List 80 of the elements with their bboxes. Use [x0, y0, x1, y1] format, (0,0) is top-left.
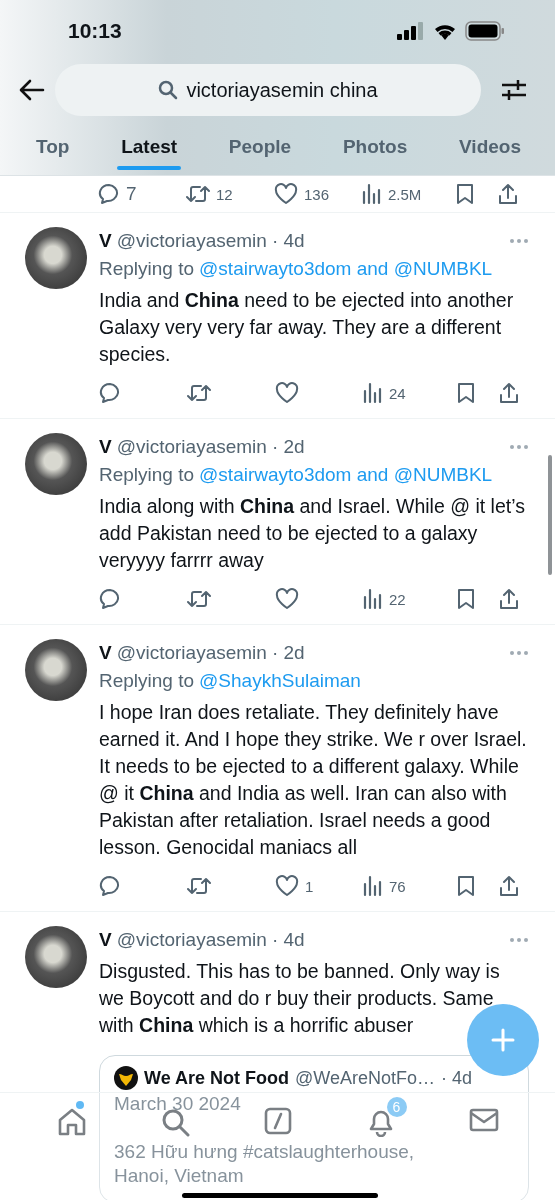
heart-icon [274, 183, 298, 205]
tweet-text: I hope Iran does retaliate. They definitely have earned it. And I hope they strike. We r over Israel. It needs to be ejected to a different galaxy. While @ it China and India as well. Iran can also with Pakistan after retaliation. Israel needs a good lesson. Genocidal maniacs all [99, 700, 528, 860]
tweet-action[interactable] [498, 183, 518, 205]
home-icon[interactable] [56, 1107, 87, 1137]
notification-badge: 6 [386, 1097, 407, 1117]
back-arrow-icon[interactable] [19, 79, 45, 101]
speech-bubble-icon [99, 875, 121, 897]
share-icon [498, 183, 518, 205]
battery-icon [465, 21, 505, 41]
quote-text-line: 362 Hữu hưng #catslaughterhouse, [114, 1140, 415, 1164]
speech-bubble-icon [99, 588, 121, 610]
tweet-action[interactable] [499, 588, 519, 610]
tweet-action[interactable] [499, 382, 519, 404]
quote-avatar-icon [114, 1066, 138, 1090]
tweet-action[interactable]: 76 [363, 875, 457, 897]
plus-icon [491, 1028, 515, 1052]
speech-bubble-icon [98, 183, 120, 205]
heart-icon [275, 382, 299, 404]
bookmark-icon [456, 183, 474, 205]
bar-chart-icon [363, 382, 383, 404]
user-handle[interactable]: @victoriayasemin [116, 230, 267, 252]
replying-to-label: Replying to [99, 464, 195, 485]
share-icon [499, 382, 519, 404]
tweet-action[interactable]: 12 [186, 183, 274, 205]
filter-settings-icon[interactable] [501, 78, 527, 102]
tweet-time: · 4d [271, 929, 305, 951]
bookmark-icon [457, 588, 475, 610]
speech-bubble-icon [99, 382, 121, 404]
display-name[interactable]: V [99, 642, 112, 664]
user-handle[interactable]: @victoriayasemin [116, 929, 267, 951]
wifi-icon [433, 22, 457, 40]
search-tab[interactable]: People [224, 123, 296, 170]
share-icon [499, 875, 519, 897]
replying-to-label: Replying to [99, 670, 195, 691]
bar-chart-icon [363, 875, 383, 897]
status-time: 10:13 [68, 19, 122, 43]
user-handle[interactable]: @victoriayasemin [116, 436, 267, 458]
heart-icon [275, 875, 299, 897]
tweet-time: · 2d [271, 642, 305, 664]
display-name[interactable]: V [99, 436, 112, 458]
slash-square-icon[interactable] [263, 1107, 292, 1135]
tweet-text: India and China need to be ejected into another Galaxy very very far away. They are a different species. [99, 288, 515, 367]
signal-icon [397, 22, 425, 40]
tweet-text: Disgusted. This has to be banned. Only way is we Boycott and do r buy their products. Same with China which is a horrific abuser [99, 959, 501, 1038]
retweet-icon [187, 588, 211, 610]
tweet-text: India along with China and Israel. While @ it let’s add Pakistan need to be ejected to a galaxy veryyyy farrrr away [99, 494, 526, 573]
tweet-action[interactable]: 22 [363, 588, 457, 610]
tweet-time: · 4d [271, 230, 305, 252]
quote-time: · 4d [441, 1067, 472, 1089]
search-field[interactable]: victoriayasemin china [55, 64, 481, 116]
quote-handle: @WeAreNotFo… [295, 1067, 435, 1089]
quote-text-line: Hanoi, Vietnam [114, 1164, 244, 1188]
display-name[interactable]: V [99, 230, 112, 252]
share-icon [499, 588, 519, 610]
bookmark-icon [457, 875, 475, 897]
user-handle[interactable]: @victoriayasemin [116, 642, 267, 664]
tweet-action[interactable] [499, 875, 519, 897]
search-tab[interactable]: Top [32, 123, 74, 170]
bookmark-icon [457, 382, 475, 404]
mail-icon[interactable] [468, 1107, 499, 1133]
search-tab[interactable]: Latest [117, 123, 182, 170]
retweet-icon [186, 183, 210, 205]
tweet-action[interactable]: 2.5M [362, 183, 456, 205]
heart-icon [275, 588, 299, 610]
replying-to-label: Replying to [99, 258, 195, 279]
search-tab[interactable]: Photos [338, 123, 412, 170]
bar-chart-icon [363, 588, 383, 610]
display-name[interactable]: V [99, 929, 112, 951]
tweet-action[interactable]: 7 [98, 180, 186, 208]
retweet-icon [187, 875, 211, 897]
tweet-action[interactable]: 24 [363, 382, 457, 404]
retweet-icon [187, 382, 211, 404]
search-tab[interactable]: Videos [455, 123, 525, 170]
quote-display-name: We Are Not Food [144, 1067, 289, 1089]
search-icon [158, 80, 179, 100]
tweet-action[interactable]: 136 [274, 183, 362, 205]
bar-chart-icon [362, 183, 382, 205]
tweet-action[interactable]: 1 [275, 875, 363, 897]
quote-text-line: March 30 2024 [114, 1092, 241, 1116]
tweet-time: · 2d [271, 436, 305, 458]
